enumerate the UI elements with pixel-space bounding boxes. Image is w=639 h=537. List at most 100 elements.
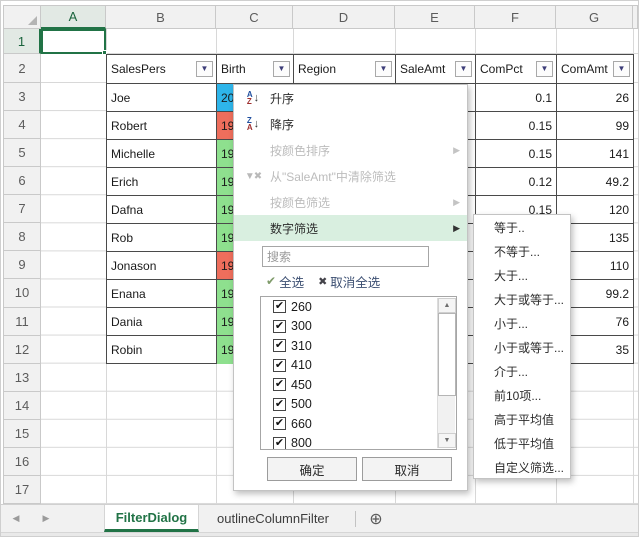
select-all-corner[interactable] — [3, 5, 41, 29]
cell-name[interactable]: Jonason — [107, 252, 217, 280]
add-sheet-button[interactable]: ⊕ — [356, 505, 396, 532]
tab-nav-next-icon[interactable]: ▶ — [31, 505, 61, 532]
menu-item-number-filters[interactable]: 数字筛选 ▶ — [234, 215, 467, 241]
col-header-e[interactable]: E — [395, 5, 475, 29]
row-header-16[interactable]: 16 — [3, 447, 41, 476]
scroll-up-button[interactable]: ▲ — [438, 298, 456, 313]
search-input[interactable] — [262, 246, 429, 267]
cell-compct[interactable]: 0.15 — [476, 140, 557, 168]
scrollbar-thumb[interactable] — [438, 313, 456, 396]
checkbox[interactable]: ✔ — [273, 378, 286, 392]
cell-comamt[interactable]: 49.2 — [557, 168, 633, 196]
col-header-b[interactable]: B — [106, 5, 216, 29]
header-comamt[interactable]: ComAmt ▼ — [557, 55, 633, 84]
row-header-11[interactable]: 11 — [3, 307, 41, 336]
submenu-item-top-10[interactable]: 前10项... — [474, 383, 570, 407]
cell-compct[interactable]: 0.12 — [476, 168, 557, 196]
list-item[interactable]: ✔ 800 — [261, 434, 456, 449]
cell-name[interactable]: Dafna — [107, 196, 217, 224]
list-scrollbar[interactable]: ▲ ▼ — [437, 298, 456, 448]
header-birth[interactable]: Birth ▼ — [217, 55, 294, 84]
row-header-6[interactable]: 6 — [3, 167, 41, 196]
row-header-12[interactable]: 12 — [3, 335, 41, 364]
submenu-item-not-equals[interactable]: 不等于... — [474, 239, 570, 263]
col-header-g[interactable]: G — [556, 5, 633, 29]
cell-name[interactable]: Robin — [107, 336, 217, 364]
cell-name[interactable]: Michelle — [107, 140, 217, 168]
list-item[interactable]: ✔ 500 — [261, 395, 456, 415]
col-header-f[interactable]: F — [475, 5, 556, 29]
header-region[interactable]: Region ▼ — [294, 55, 396, 84]
tab-filterdialog[interactable]: FilterDialog — [104, 505, 199, 532]
select-all-link[interactable]: 全选 — [279, 272, 304, 291]
cancel-button[interactable]: 取消 — [362, 457, 452, 481]
cell-comamt[interactable]: 141 — [557, 140, 633, 168]
list-item[interactable]: ✔ 260 — [261, 297, 456, 317]
cell-name[interactable]: Enana — [107, 280, 217, 308]
cell-compct[interactable]: 0.15 — [476, 112, 557, 140]
filter-dropdown-button[interactable]: ▼ — [375, 61, 392, 77]
row-header-9[interactable]: 9 — [3, 251, 41, 280]
header-salespers[interactable]: SalesPers ▼ — [107, 55, 217, 84]
cell-name[interactable]: Dania — [107, 308, 217, 336]
cell-comamt[interactable]: 26 — [557, 84, 633, 112]
checkbox[interactable]: ✔ — [273, 436, 286, 449]
cell-comamt[interactable]: 99 — [557, 112, 633, 140]
row-header-17[interactable]: 17 — [3, 475, 41, 504]
list-item[interactable]: ✔ 410 — [261, 356, 456, 376]
list-item[interactable]: ✔ 310 — [261, 336, 456, 356]
ok-button[interactable]: 确定 — [267, 457, 357, 481]
submenu-item-custom-filter[interactable]: 自定义筛选... — [474, 455, 570, 479]
header-compct[interactable]: ComPct ▼ — [476, 55, 557, 84]
checkbox[interactable]: ✔ — [273, 358, 286, 372]
checkbox[interactable]: ✔ — [273, 397, 286, 411]
tab-nav-prev-icon[interactable]: ◀ — [1, 505, 31, 532]
cell-name[interactable]: Robert — [107, 112, 217, 140]
row-header-1[interactable]: 1 — [3, 29, 41, 54]
menu-item-sort-descending[interactable]: Z A ↓ 降序 — [234, 111, 467, 137]
cell-compct[interactable]: 0.1 — [476, 84, 557, 112]
filter-dropdown-button[interactable]: ▼ — [613, 61, 630, 77]
submenu-item-equals[interactable]: 等于.. — [474, 215, 570, 239]
row-header-14[interactable]: 14 — [3, 391, 41, 420]
filter-dropdown-button[interactable]: ▼ — [536, 61, 553, 77]
list-item[interactable]: ✔ 660 — [261, 414, 456, 434]
row-header-10[interactable]: 10 — [3, 279, 41, 308]
checkbox[interactable]: ✔ — [273, 300, 286, 314]
cell-name[interactable]: Rob — [107, 224, 217, 252]
filter-dropdown-button[interactable]: ▼ — [273, 61, 290, 77]
list-item[interactable]: ✔ 450 — [261, 375, 456, 395]
submenu-item-below-average[interactable]: 低于平均值 — [474, 431, 570, 455]
submenu-item-greater-or-equal[interactable]: 大于或等于... — [474, 287, 570, 311]
checkbox[interactable]: ✔ — [273, 319, 286, 333]
selected-cell-a1[interactable] — [41, 29, 107, 55]
deselect-all-link[interactable]: 取消全选 — [330, 272, 380, 291]
cell-name[interactable]: Erich — [107, 168, 217, 196]
scroll-down-button[interactable]: ▼ — [438, 433, 456, 448]
row-header-2[interactable]: 2 — [3, 54, 41, 83]
submenu-item-above-average[interactable]: 高于平均值 — [474, 407, 570, 431]
row-header-4[interactable]: 4 — [3, 111, 41, 140]
col-header-a[interactable]: A — [41, 5, 106, 29]
submenu-item-between[interactable]: 介于... — [474, 359, 570, 383]
submenu-item-less-or-equal[interactable]: 小于或等于... — [474, 335, 570, 359]
row-header-5[interactable]: 5 — [3, 139, 41, 168]
menu-item-sort-by-color[interactable]: 按颜色排序 ▶ — [234, 137, 467, 163]
col-header-d[interactable]: D — [293, 5, 395, 29]
row-header-15[interactable]: 15 — [3, 419, 41, 448]
row-header-7[interactable]: 7 — [3, 195, 41, 224]
cell-name[interactable]: Joe — [107, 84, 217, 112]
menu-item-filter-by-color[interactable]: 按颜色筛选 ▶ — [234, 189, 467, 215]
col-header-c[interactable]: C — [216, 5, 293, 29]
menu-item-sort-ascending[interactable]: A Z ↓ 升序 — [234, 85, 467, 111]
filter-dropdown-button[interactable]: ▼ — [455, 61, 472, 77]
checkbox[interactable]: ✔ — [273, 417, 286, 431]
row-header-8[interactable]: 8 — [3, 223, 41, 252]
submenu-item-greater-than[interactable]: 大于... — [474, 263, 570, 287]
row-header-3[interactable]: 3 — [3, 83, 41, 112]
menu-item-clear-filter[interactable]: ▼✖ 从"SaleAmt"中清除筛选 — [234, 163, 467, 189]
filter-dropdown-button[interactable]: ▼ — [196, 61, 213, 77]
checkbox[interactable]: ✔ — [273, 339, 286, 353]
list-item[interactable]: ✔ 300 — [261, 317, 456, 337]
tab-outlinecolumnfilter[interactable]: outlineColumnFilter — [199, 505, 347, 532]
